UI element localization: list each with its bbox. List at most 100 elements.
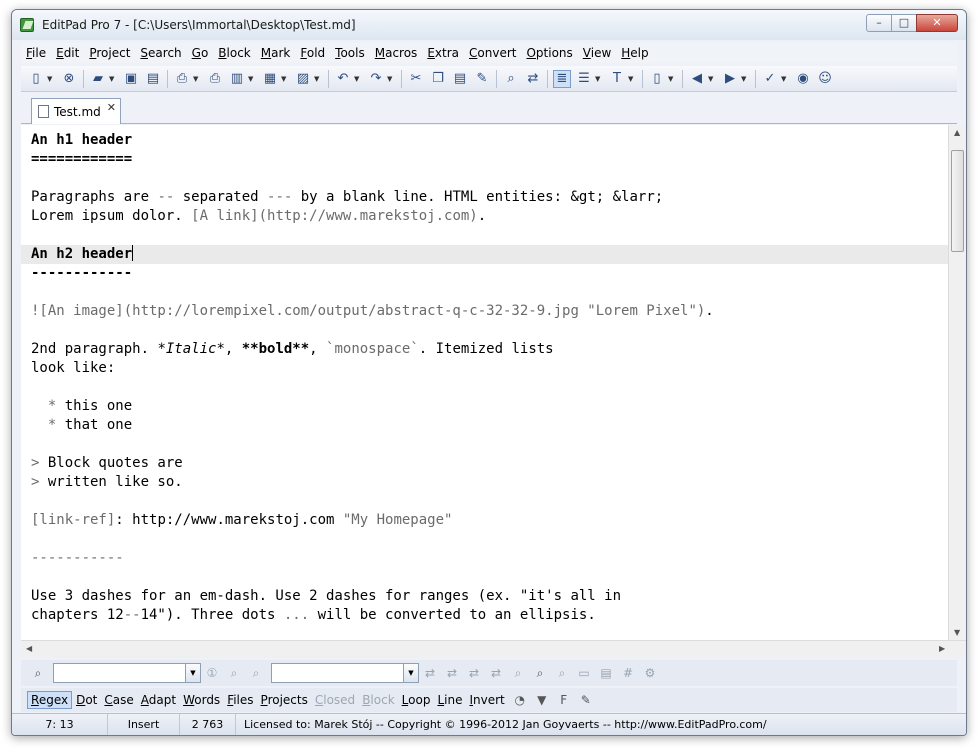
menu-search[interactable]: Search (135, 46, 186, 60)
filter-option-icon[interactable]: ✎ (577, 691, 595, 709)
option-adapt[interactable]: Adapt (138, 692, 179, 708)
undo-icon[interactable]: ↶ (334, 70, 352, 88)
option-projects[interactable]: Projects (258, 692, 311, 708)
align-icon[interactable]: ☰ (575, 70, 593, 88)
current-line[interactable]: An h2 header (21, 245, 948, 264)
option-case[interactable]: Case (101, 692, 136, 708)
replace-current-icon[interactable]: ⇄ (465, 664, 483, 682)
chevron-down-icon[interactable]: ▼ (314, 75, 322, 83)
new-doc-icon[interactable]: ▯ (648, 70, 666, 88)
chevron-down-icon[interactable]: ▼ (109, 75, 117, 83)
menu-extra[interactable]: Extra (422, 46, 464, 60)
replace-icon[interactable]: ⇄ (524, 70, 542, 88)
redo-icon[interactable]: ↷ (367, 70, 385, 88)
chevron-down-icon[interactable]: ▼ (708, 75, 716, 83)
editor-line[interactable]: chapters 12--14"). Three dots ... will b… (31, 606, 596, 625)
chevron-down-icon[interactable]: ▼ (354, 75, 362, 83)
editor-line[interactable]: ============ (31, 150, 132, 169)
insert-mode[interactable]: Insert (108, 714, 180, 735)
menu-macros[interactable]: Macros (370, 46, 423, 60)
count-icon[interactable]: # (619, 664, 637, 682)
chevron-down-icon[interactable]: ▼ (281, 75, 289, 83)
font-icon[interactable]: T (608, 70, 626, 88)
close-file-icon[interactable]: ⊗ (60, 70, 78, 88)
clear-icon[interactable]: ✎ (473, 70, 491, 88)
option-words[interactable]: Words (180, 692, 223, 708)
menu-options[interactable]: Options (521, 46, 577, 60)
editor-line[interactable]: An h1 header (31, 131, 132, 150)
chevron-down-icon[interactable]: ▼ (403, 664, 418, 682)
menu-help[interactable]: Help (616, 46, 653, 60)
replace-all-icon[interactable]: ⇄ (487, 664, 505, 682)
users-icon[interactable]: ☺ (816, 70, 834, 88)
editor-line[interactable]: [link-ref]: http://www.marekstoj.com "My… (31, 511, 452, 530)
maximize-button[interactable]: □ (891, 14, 917, 32)
scrollbar-thumb[interactable] (951, 150, 964, 252)
save-all-icon[interactable]: ▤ (144, 70, 162, 88)
chevron-down-icon[interactable]: ▼ (185, 664, 200, 682)
scroll-left-icon[interactable]: ◀ (26, 644, 32, 653)
text-editor[interactable]: An h1 header ============ Paragraphs are -… (21, 125, 948, 640)
regex-builder-icon[interactable]: ⚙ (641, 664, 659, 682)
chevron-down-icon[interactable]: ▼ (668, 75, 676, 83)
word-wrap-icon[interactable]: ≣ (553, 69, 571, 88)
chevron-down-icon[interactable]: ▼ (248, 75, 256, 83)
scroll-down-icon[interactable]: ▼ (954, 628, 960, 637)
editor-line[interactable]: ------------ (31, 264, 132, 283)
editor-line[interactable]: > written like so. (31, 473, 183, 492)
editor-line[interactable]: * that one (31, 416, 132, 435)
close-button[interactable]: ✕ (916, 14, 958, 32)
fold-icon[interactable]: ⌕ (553, 664, 571, 682)
editor-line[interactable]: Use 3 dashes for an em-dash. Use 2 dashe… (31, 587, 621, 606)
editor-line[interactable]: Lorem ipsum dolor. [A link](http://www.m… (31, 207, 486, 226)
new-file-icon[interactable]: ▯ (27, 70, 45, 88)
forward-icon[interactable]: ▶ (721, 70, 739, 88)
cut-icon[interactable]: ✂ (407, 70, 425, 88)
chevron-down-icon[interactable]: ▼ (595, 75, 603, 83)
option-regex[interactable]: Regex (27, 691, 73, 709)
select-icon[interactable]: ▭ (575, 664, 593, 682)
replace-input[interactable]: ▼ (271, 663, 419, 683)
menu-project[interactable]: Project (84, 46, 135, 60)
editor-line[interactable]: * this one (31, 397, 132, 416)
chevron-down-icon[interactable]: ▼ (628, 75, 636, 83)
menu-convert[interactable]: Convert (464, 46, 521, 60)
vertical-scrollbar[interactable]: ▲ ▼ (948, 125, 966, 640)
editor-line[interactable]: 2nd paragraph. *Italic*, **bold**, `mono… (31, 340, 554, 359)
history-icon[interactable]: ◔ (511, 691, 529, 709)
highlight-icon[interactable]: ⌕ (509, 664, 527, 682)
editor-line[interactable]: ----------- (31, 549, 124, 568)
menu-fold[interactable]: Fold (295, 46, 330, 60)
editor-line[interactable]: look like: (31, 359, 115, 378)
paste-icon[interactable]: ▤ (451, 70, 469, 88)
menu-file[interactable]: File (21, 46, 51, 60)
print-icon[interactable]: ⎙ (173, 70, 191, 88)
replace-previous-icon[interactable]: ⇄ (443, 664, 461, 682)
minimize-button[interactable]: – (866, 14, 892, 32)
save-icon[interactable]: ▣ (122, 70, 140, 88)
chevron-down-icon[interactable]: ▼ (387, 75, 395, 83)
tab-close-icon[interactable]: ✕ (107, 101, 116, 114)
open-file-icon[interactable]: ▰ (89, 70, 107, 88)
file-history-icon[interactable]: ▥ (228, 70, 246, 88)
search-icon[interactable]: ⌕ (29, 664, 47, 682)
editor-line[interactable]: Paragraphs are -- separated --- by a bla… (31, 188, 663, 207)
horizontal-scrollbar[interactable]: ◀ ▶ (21, 640, 966, 658)
find-previous-icon[interactable]: ⌕ (247, 664, 265, 682)
search-input[interactable]: ▼ (53, 663, 201, 683)
editor-line[interactable]: ![An image](http://lorempixel.com/output… (31, 302, 714, 321)
menu-go[interactable]: Go (187, 46, 214, 60)
highlight-all-icon[interactable]: ⌕ (531, 664, 549, 682)
replace-next-icon[interactable]: ⇄ (421, 664, 439, 682)
project-icon[interactable]: ▦ (261, 70, 279, 88)
find-first-icon[interactable]: ① (203, 664, 221, 682)
back-icon[interactable]: ◀ (688, 70, 706, 88)
web-icon[interactable]: ◉ (794, 70, 812, 88)
tab-test-md[interactable]: Test.md ✕ (31, 98, 121, 124)
option-files[interactable]: Files (224, 692, 256, 708)
find-icon[interactable]: ⌕ (502, 70, 520, 88)
menu-edit[interactable]: Edit (51, 46, 84, 60)
editor-line[interactable]: > Block quotes are (31, 454, 183, 473)
chevron-down-icon[interactable]: ▼ (47, 75, 55, 83)
print-preview-icon[interactable]: ⎙ (206, 70, 224, 88)
